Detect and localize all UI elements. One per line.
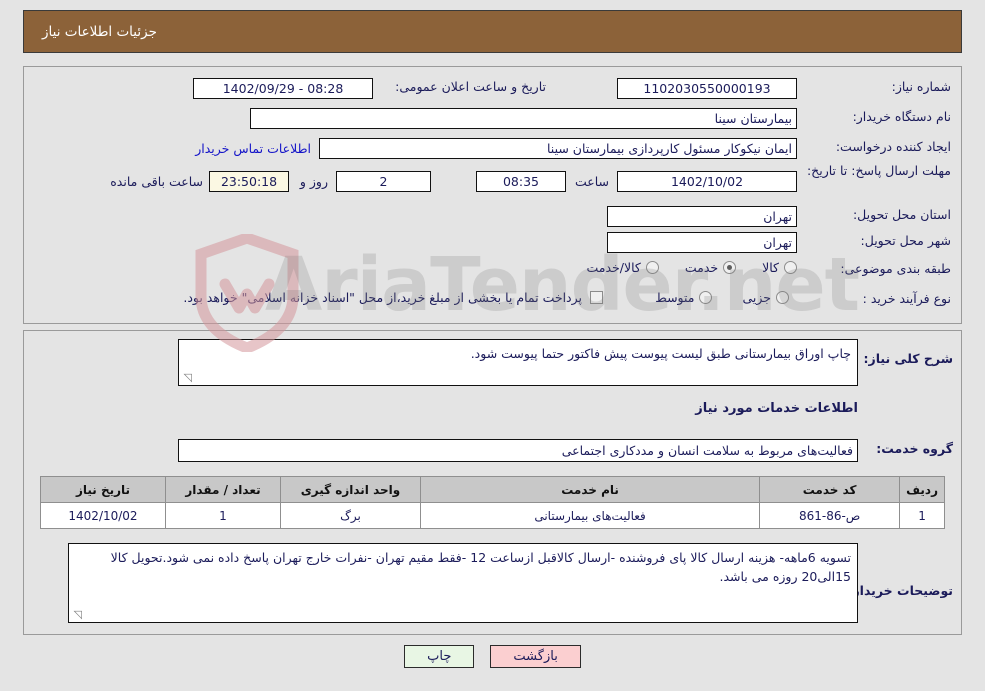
purchase-type-label: نوع فرآیند خرید : bbox=[862, 291, 951, 306]
back-button[interactable]: بازگشت bbox=[490, 645, 581, 668]
table-header-row: ردیف کد خدمت نام خدمت واحد اندازه گیری ت… bbox=[40, 476, 945, 503]
deadline-days: 2 bbox=[336, 171, 431, 192]
service-group-value: فعالیت‌های مربوط به سلامت انسان و مددکار… bbox=[178, 439, 858, 462]
service-group-label: گروه خدمت: bbox=[876, 441, 953, 456]
buyer-org-value: بیمارستان سینا bbox=[250, 108, 797, 129]
resize-grip-icon[interactable]: ◹ bbox=[182, 372, 192, 383]
deadline-date: 1402/10/02 bbox=[617, 171, 797, 192]
buyer-notes-label: توضیحات خریدار: bbox=[847, 583, 953, 598]
delivery-province-label: استان محل تحویل: bbox=[852, 207, 951, 222]
table-row: 1 ص-86-861 فعالیت‌های بیمارستانی برگ 1 1… bbox=[40, 502, 945, 529]
public-announce-label: تاریخ و ساعت اعلان عمومی: bbox=[395, 79, 546, 94]
requester-label: ایجاد کننده درخواست: bbox=[835, 139, 951, 154]
col-service-name: نام خدمت bbox=[419, 476, 761, 503]
deadline-remaining-label: ساعت باقی مانده bbox=[110, 174, 203, 189]
radio-purchase-medium-label: متوسط bbox=[655, 290, 695, 305]
need-number-row: شماره نیاز: bbox=[892, 79, 951, 94]
subject-class-row: طبقه بندی موضوعی: bbox=[840, 261, 951, 276]
delivery-city-value: تهران bbox=[607, 232, 797, 253]
treasury-note-text: پرداخت تمام یا بخشی از مبلغ خرید،از محل … bbox=[183, 290, 582, 305]
buyer-notes-textarea[interactable]: تسویه 6ماهه- هزینه ارسال کالا پای فروشند… bbox=[68, 543, 858, 623]
need-details-panel: شرح کلی نیاز: چاپ اوراق بیمارستانی طبق ل… bbox=[23, 330, 962, 635]
need-number-label: شماره نیاز: bbox=[891, 79, 951, 94]
general-desc-textarea[interactable]: چاپ اوراق بیمارستانی طبق لیست پیوست پیش … bbox=[178, 339, 858, 386]
cell-row-no: 1 bbox=[899, 502, 945, 529]
general-desc-value: چاپ اوراق بیمارستانی طبق لیست پیوست پیش … bbox=[470, 346, 851, 361]
subject-class-label: طبقه بندی موضوعی: bbox=[840, 261, 951, 276]
col-service-code: کد خدمت bbox=[759, 476, 901, 503]
treasury-note-row: پرداخت تمام یا بخشی از مبلغ خرید،از محل … bbox=[183, 290, 603, 305]
col-unit: واحد اندازه گیری bbox=[280, 476, 421, 503]
col-row-no: ردیف bbox=[899, 476, 945, 503]
treasury-note-checkbox[interactable] bbox=[590, 291, 603, 304]
cell-service-code: ص-86-861 bbox=[759, 502, 901, 529]
radio-subject-goods-service-dot[interactable] bbox=[645, 261, 659, 274]
delivery-city-row: شهر محل تحویل: bbox=[861, 233, 951, 248]
deadline-label: مهلت ارسال پاسخ: تا تاریخ: bbox=[806, 163, 951, 178]
public-announce-row: تاریخ و ساعت اعلان عمومی: bbox=[395, 79, 546, 94]
radio-subject-goods-service-label: کالا/خدمت bbox=[586, 260, 641, 275]
purchase-type-row: نوع فرآیند خرید : bbox=[863, 291, 951, 306]
delivery-city-label: شهر محل تحویل: bbox=[860, 233, 951, 248]
subject-class-options: کالا خدمت کالا/خدمت bbox=[586, 260, 797, 275]
radio-subject-service-dot[interactable] bbox=[723, 261, 737, 274]
delivery-province-row: استان محل تحویل: bbox=[853, 207, 951, 222]
radio-subject-service[interactable]: خدمت bbox=[684, 260, 737, 275]
col-quantity: تعداد / مقدار bbox=[165, 476, 281, 503]
requester-row: ایجاد کننده درخواست: bbox=[836, 139, 951, 154]
page-header: جزئیات اطلاعات نیاز bbox=[23, 10, 962, 53]
requester-value: ایمان نیکوکار مسئول کارپردازی بیمارستان … bbox=[319, 138, 797, 159]
radio-purchase-medium[interactable]: متوسط bbox=[655, 290, 713, 305]
radio-purchase-minor-dot[interactable] bbox=[776, 291, 789, 304]
buyer-contact-link[interactable]: اطلاعات تماس خریدار bbox=[195, 141, 311, 156]
delivery-province-value: تهران bbox=[607, 206, 797, 227]
deadline-row: مهلت ارسال پاسخ: تا تاریخ: bbox=[801, 163, 951, 179]
general-desc-label: شرح کلی نیاز: bbox=[863, 351, 953, 366]
services-section-heading: اطلاعات خدمات مورد نیاز bbox=[695, 401, 858, 416]
resize-grip-icon-2[interactable]: ◹ bbox=[72, 609, 82, 620]
page-root: جزئیات اطلاعات نیاز شماره نیاز: 11020305… bbox=[0, 0, 985, 691]
cell-need-date: 1402/10/02 bbox=[40, 502, 166, 529]
radio-purchase-medium-dot[interactable] bbox=[699, 291, 713, 304]
radio-subject-goods-service[interactable]: کالا/خدمت bbox=[586, 260, 659, 275]
radio-subject-service-label: خدمت bbox=[684, 260, 719, 275]
radio-purchase-minor-label: جزیی bbox=[742, 290, 771, 305]
public-announce-value: 08:28 - 1402/09/29 bbox=[193, 78, 373, 99]
deadline-hour: 08:35 bbox=[476, 171, 566, 192]
radio-subject-goods[interactable]: کالا bbox=[762, 260, 797, 275]
deadline-days-label: روز و bbox=[299, 174, 328, 189]
radio-purchase-minor[interactable]: جزیی bbox=[742, 290, 789, 305]
radio-subject-goods-dot[interactable] bbox=[784, 261, 797, 274]
services-table: ردیف کد خدمت نام خدمت واحد اندازه گیری ت… bbox=[40, 476, 945, 529]
footer-button-bar: بازگشت چاپ bbox=[0, 645, 985, 668]
buyer-org-row: نام دستگاه خریدار: bbox=[853, 109, 951, 124]
cell-quantity: 1 bbox=[165, 502, 281, 529]
buyer-org-label: نام دستگاه خریدار: bbox=[852, 109, 951, 124]
deadline-hour-label: ساعت bbox=[574, 174, 609, 189]
buyer-notes-value: تسویه 6ماهه- هزینه ارسال کالا پای فروشند… bbox=[110, 550, 851, 584]
purchase-type-options: جزیی متوسط bbox=[655, 290, 789, 305]
need-summary-panel: شماره نیاز: 1102030550000193 تاریخ و ساع… bbox=[23, 66, 962, 324]
radio-subject-goods-label: کالا bbox=[762, 260, 779, 275]
col-need-date: تاریخ نیاز bbox=[40, 476, 166, 503]
print-button[interactable]: چاپ bbox=[404, 645, 475, 668]
deadline-countdown: 23:50:18 bbox=[209, 171, 289, 192]
need-number-value: 1102030550000193 bbox=[617, 78, 797, 99]
cell-service-name: فعالیت‌های بیمارستانی bbox=[419, 502, 761, 529]
page-title: جزئیات اطلاعات نیاز bbox=[42, 23, 157, 40]
cell-unit: برگ bbox=[280, 502, 421, 529]
